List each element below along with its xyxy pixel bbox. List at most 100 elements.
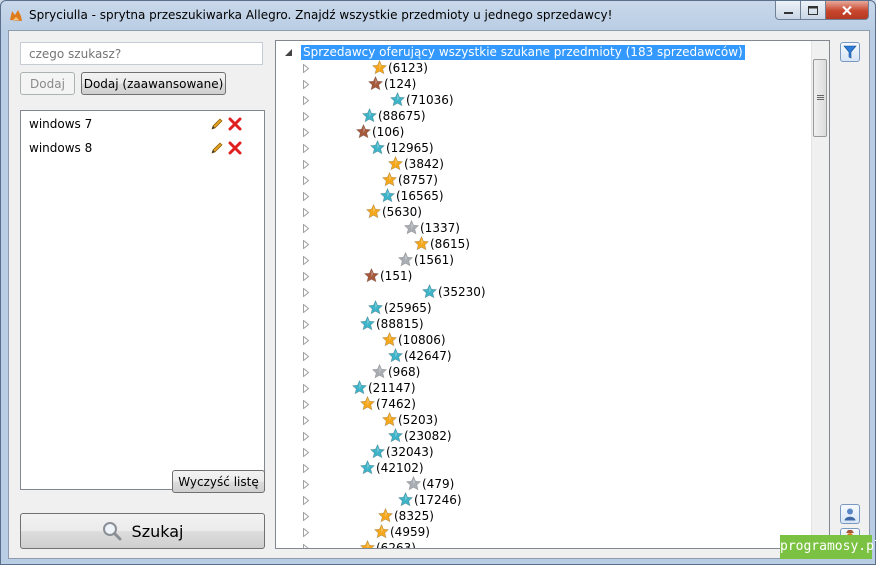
seller-row[interactable]: (17246) — [276, 492, 806, 508]
seller-row[interactable]: (88675) — [276, 108, 806, 124]
collapsed-arrow-icon[interactable] — [303, 544, 309, 548]
teal-star-icon — [370, 140, 385, 155]
collapsed-arrow-icon[interactable] — [303, 400, 309, 409]
seller-row[interactable]: (5630) — [276, 204, 806, 220]
seller-rating-count: (21147) — [368, 381, 416, 395]
seller-row[interactable]: (42102) — [276, 460, 806, 476]
teal-star-icon — [362, 108, 377, 123]
collapsed-arrow-icon[interactable] — [303, 352, 309, 361]
seller-row[interactable]: (25965) — [276, 300, 806, 316]
seller-row[interactable]: (124) — [276, 76, 806, 92]
seller-row[interactable]: (6123) — [276, 60, 806, 76]
seller-row[interactable]: (1337) — [276, 220, 806, 236]
collapsed-arrow-icon[interactable] — [303, 336, 309, 345]
seller-row[interactable]: (4959) — [276, 524, 806, 540]
tree-scrollbar[interactable] — [811, 41, 829, 548]
collapsed-arrow-icon[interactable] — [303, 240, 309, 249]
collapsed-arrow-icon[interactable] — [303, 64, 309, 73]
search-input[interactable] — [20, 42, 263, 65]
collapsed-arrow-icon[interactable] — [303, 128, 309, 137]
seller-row[interactable]: (88815) — [276, 316, 806, 332]
list-item[interactable]: windows 7 — [21, 113, 264, 137]
delete-icon[interactable] — [228, 117, 242, 131]
seller-row[interactable]: (23082) — [276, 428, 806, 444]
title-bar[interactable]: Spryciulla - sprytna przeszukiwarka Alle… — [1, 1, 875, 29]
seller-row[interactable]: (7462) — [276, 396, 806, 412]
seller-row[interactable]: (106) — [276, 124, 806, 140]
seller-row[interactable]: (32043) — [276, 444, 806, 460]
seller-row[interactable]: (16565) — [276, 188, 806, 204]
collapsed-arrow-icon[interactable] — [303, 256, 309, 265]
expanded-arrow-icon[interactable] — [284, 48, 293, 57]
seller-rating-count: (42647) — [404, 349, 452, 363]
list-item[interactable]: windows 8 — [21, 137, 264, 161]
seller-row[interactable]: (151) — [276, 268, 806, 284]
collapsed-arrow-icon[interactable] — [303, 480, 309, 489]
close-button[interactable] — [826, 1, 869, 20]
pencil-icon[interactable] — [211, 118, 223, 130]
scrollbar-thumb[interactable] — [813, 59, 827, 137]
delete-icon[interactable] — [228, 141, 242, 155]
collapsed-arrow-icon[interactable] — [303, 176, 309, 185]
collapsed-arrow-icon[interactable] — [303, 368, 309, 377]
collapsed-arrow-icon[interactable] — [303, 320, 309, 329]
collapsed-arrow-icon[interactable] — [303, 112, 309, 121]
maximize-button[interactable] — [801, 1, 826, 20]
teal-star-icon — [388, 348, 403, 363]
seller-row[interactable]: (42647) — [276, 348, 806, 364]
collapsed-arrow-icon[interactable] — [303, 448, 309, 457]
seller-rating-count: (23082) — [404, 429, 452, 443]
seller-rating-count: (8615) — [430, 237, 470, 251]
collapsed-arrow-icon[interactable] — [303, 432, 309, 441]
collapsed-arrow-icon[interactable] — [303, 384, 309, 393]
collapsed-arrow-icon[interactable] — [303, 272, 309, 281]
user-button[interactable] — [840, 504, 860, 524]
silver-star-icon — [372, 364, 387, 379]
main-panel: Dodaj Dodaj (zaawansowane) windows 7 win… — [8, 30, 870, 559]
seller-row[interactable]: (479) — [276, 476, 806, 492]
seller-row[interactable]: (3842) — [276, 156, 806, 172]
teal-star-icon — [388, 428, 403, 443]
seller-row[interactable]: (5203) — [276, 412, 806, 428]
collapsed-arrow-icon[interactable] — [303, 80, 309, 89]
add-button[interactable]: Dodaj — [20, 72, 75, 95]
seller-row[interactable]: (12965) — [276, 140, 806, 156]
collapsed-arrow-icon[interactable] — [303, 224, 309, 233]
tree-root[interactable]: Sprzedawcy oferujący wszystkie szukane p… — [284, 44, 745, 60]
collapsed-arrow-icon[interactable] — [303, 160, 309, 169]
collapsed-arrow-icon[interactable] — [303, 288, 309, 297]
collapsed-arrow-icon[interactable] — [303, 512, 309, 521]
seller-row[interactable]: (10806) — [276, 332, 806, 348]
add-advanced-button[interactable]: Dodaj (zaawansowane) — [81, 72, 226, 95]
filter-button[interactable] — [840, 42, 860, 62]
collapsed-arrow-icon[interactable] — [303, 96, 309, 105]
seller-row[interactable]: (71036) — [276, 92, 806, 108]
gold-star-icon — [360, 540, 375, 548]
collapsed-arrow-icon[interactable] — [303, 496, 309, 505]
seller-row[interactable]: (8615) — [276, 236, 806, 252]
collapsed-arrow-icon[interactable] — [303, 144, 309, 153]
collapsed-arrow-icon[interactable] — [303, 528, 309, 537]
seller-row[interactable]: (8757) — [276, 172, 806, 188]
collapsed-arrow-icon[interactable] — [303, 208, 309, 217]
pencil-icon[interactable] — [211, 142, 223, 154]
collapsed-arrow-icon[interactable] — [303, 304, 309, 313]
seller-row[interactable]: (8325) — [276, 508, 806, 524]
collapsed-arrow-icon[interactable] — [303, 464, 309, 473]
seller-row[interactable]: (6263) — [276, 540, 806, 548]
seller-row[interactable]: (1561) — [276, 252, 806, 268]
seller-row[interactable]: (35230) — [276, 284, 806, 300]
search-button[interactable]: Szukaj — [20, 513, 265, 549]
teal-star-icon — [390, 92, 405, 107]
seller-row[interactable]: (21147) — [276, 380, 806, 396]
clear-list-button[interactable]: Wyczyść listę — [172, 470, 265, 493]
seller-row[interactable]: (968) — [276, 364, 806, 380]
minimize-button[interactable] — [775, 1, 801, 20]
seller-rating-count: (6123) — [388, 61, 428, 75]
seller-rating-count: (5630) — [382, 205, 422, 219]
collapsed-arrow-icon[interactable] — [303, 416, 309, 425]
brown-star-icon — [368, 76, 383, 91]
seller-rating-count: (968) — [388, 365, 421, 379]
seller-rating-count: (479) — [422, 477, 455, 491]
collapsed-arrow-icon[interactable] — [303, 192, 309, 201]
